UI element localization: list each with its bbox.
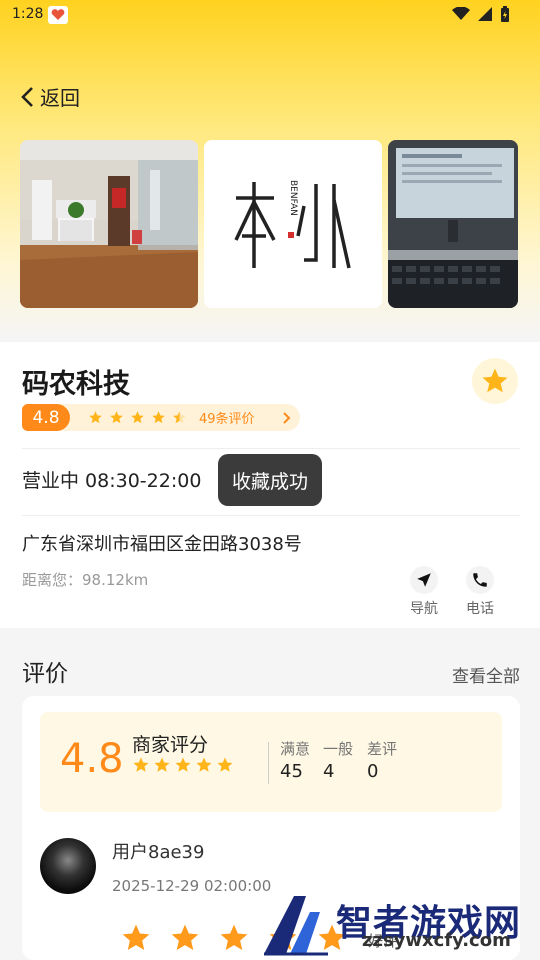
stat-label: 一般 bbox=[323, 740, 354, 758]
chevron-right-icon bbox=[283, 411, 291, 424]
business-hours: 营业中 08:30-22:00 bbox=[22, 470, 202, 492]
phone-icon bbox=[466, 566, 494, 594]
star-filled-icon bbox=[482, 368, 508, 393]
shop-info-card: 码农科技 4.8 49条评价 营业中 08:30-22:00 收藏成功 广东省深… bbox=[0, 342, 540, 628]
avatar[interactable] bbox=[40, 838, 96, 894]
star-icon bbox=[217, 757, 233, 772]
star-icon bbox=[154, 757, 170, 772]
signal-icon bbox=[478, 7, 492, 21]
call-label: 电话 bbox=[466, 601, 494, 617]
site-watermark: 智者游戏网 zzsywxcfy.com bbox=[260, 892, 540, 960]
merchant-score: 4.8 bbox=[60, 736, 124, 782]
shop-name: 码农科技 bbox=[22, 369, 130, 400]
merchant-score-label: 商家评分 bbox=[132, 734, 209, 756]
see-all-reviews-link[interactable]: 查看全部 bbox=[452, 662, 520, 687]
watermark-url: zzsywxcfy.com bbox=[362, 930, 511, 951]
stat-satisfied: 满意 45 bbox=[280, 738, 310, 782]
back-label: 返回 bbox=[40, 86, 80, 110]
back-button[interactable]: 返回 bbox=[20, 82, 80, 111]
star-half-icon bbox=[173, 411, 186, 424]
chevron-left-icon bbox=[21, 86, 33, 107]
navigate-label: 导航 bbox=[410, 601, 438, 617]
rating-stars bbox=[88, 410, 187, 425]
star-icon bbox=[220, 924, 248, 950]
battery-icon bbox=[501, 6, 509, 22]
navigate-button[interactable]: 导航 bbox=[399, 566, 449, 618]
stat-label: 差评 bbox=[367, 740, 398, 758]
toast-message: 收藏成功 bbox=[218, 454, 322, 506]
review-date: 2025-12-29 02:00:00 bbox=[112, 877, 272, 895]
status-icons bbox=[452, 6, 510, 22]
star-icon bbox=[196, 757, 212, 772]
star-icon bbox=[175, 757, 191, 772]
stat-value: 4 bbox=[323, 761, 335, 782]
star-icon bbox=[89, 411, 102, 424]
reviews-section-title: 评价 bbox=[22, 661, 68, 687]
stat-label: 满意 bbox=[280, 740, 311, 758]
star-icon bbox=[110, 411, 123, 424]
stat-value: 0 bbox=[367, 761, 379, 782]
star-icon bbox=[131, 411, 144, 424]
status-bar: 1:28 bbox=[0, 0, 540, 32]
rating-score-badge: 4.8 bbox=[22, 404, 70, 431]
star-icon bbox=[171, 924, 199, 950]
divider bbox=[22, 448, 520, 449]
gallery-photo-logo[interactable]: BENFAN bbox=[204, 140, 382, 308]
rating-summary-link[interactable]: 4.8 49条评价 bbox=[22, 404, 300, 431]
review-count: 49条评价 bbox=[199, 412, 255, 427]
merchant-score-box: 4.8 商家评分 满意 45 一般 4 差评 0 bbox=[40, 712, 502, 812]
star-icon bbox=[133, 757, 149, 772]
photo-gallery[interactable]: BENFAN bbox=[20, 140, 518, 310]
gallery-photo-desk[interactable] bbox=[388, 140, 518, 308]
shop-address: 广东省深圳市福田区金田路3038号 bbox=[22, 534, 302, 555]
app-notification-icon bbox=[48, 6, 68, 24]
watermark-logo-icon bbox=[264, 896, 328, 956]
gallery-photo-office[interactable] bbox=[20, 140, 198, 308]
merchant-stars bbox=[132, 756, 234, 774]
stat-average: 一般 4 bbox=[323, 738, 353, 782]
star-icon bbox=[122, 924, 150, 950]
star-icon bbox=[152, 411, 165, 424]
status-time: 1:28 bbox=[12, 6, 44, 22]
svg-text:BENFAN: BENFAN bbox=[288, 180, 298, 216]
vertical-divider bbox=[268, 742, 269, 784]
stat-negative: 差评 0 bbox=[367, 738, 397, 782]
call-button[interactable]: 电话 bbox=[455, 566, 505, 618]
divider bbox=[22, 515, 520, 516]
reviewer-name: 用户8ae39 bbox=[112, 842, 205, 863]
wifi-icon bbox=[452, 7, 470, 20]
navigation-arrow-icon bbox=[410, 566, 438, 594]
stat-value: 45 bbox=[280, 761, 303, 782]
favorite-button[interactable] bbox=[472, 358, 518, 404]
distance-text: 距离您：98.12km bbox=[22, 571, 149, 589]
